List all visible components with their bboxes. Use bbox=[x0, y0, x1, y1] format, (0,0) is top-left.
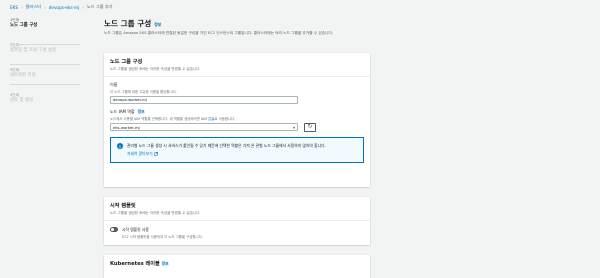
breadcrumb: EKS › 클러스터 › devops-eks-mj › 노드 그룹 추가 bbox=[10, 4, 113, 10]
step-divider bbox=[10, 44, 80, 45]
refresh-button[interactable]: ↻ bbox=[304, 122, 316, 132]
card-subtitle: 노드 그룹을 생성한 후에는 이러한 속성을 변경할 수 없습니다. bbox=[110, 66, 201, 71]
page-description: 노드 그룹은 Amazon EKS 클러스터에 연결된 동일한 구성을 가진 E… bbox=[104, 31, 334, 35]
iam-role-label-text: 노드 IAM 역할 bbox=[110, 108, 135, 114]
chevron-right-icon: › bbox=[21, 4, 23, 10]
launch-template-card: 시작 템플릿 노드 그룹을 생성한 후에는 이러한 속성을 변경할 수 없습니다… bbox=[104, 197, 370, 245]
info-alert: i 관리형 노드 그룹 생성 시 서비스가 롤인될 수 있기 때문에 선택한 역… bbox=[110, 136, 364, 163]
launch-template-toggle-row: 시작 템플릿 사용 EC2 시작 템플릿을 사용하여 이 노드 그룹을 구성합니… bbox=[110, 227, 364, 239]
launch-template-toggle[interactable] bbox=[110, 227, 118, 232]
iam-role-description: 노드에서 사용할 IAM 역할을 선택합니다. 새 역할을 생성하려면 IAM … bbox=[110, 116, 364, 121]
external-link-icon bbox=[153, 152, 158, 156]
card-header: 시작 템플릿 노드 그룹을 생성한 후에는 이러한 속성을 변경할 수 없습니다… bbox=[104, 197, 370, 221]
node-group-config-card: 노드 그룹 구성 노드 그룹을 생성한 후에는 이러한 속성을 변경할 수 없습… bbox=[104, 53, 370, 187]
page-title-text: 노드 그룹 구성 bbox=[104, 19, 152, 28]
refresh-icon: ↻ bbox=[307, 123, 313, 130]
name-description: 이 노드 그룹에 대한 고유한 이름을 할당합니다. bbox=[110, 89, 177, 94]
page-header: 노드 그룹 구성 정보 노드 그룹은 Amazon EKS 클러스터에 연결된 … bbox=[104, 18, 370, 36]
step-title: 컴퓨팅 및 조정 구성 설정 bbox=[10, 48, 56, 53]
card-title: Kubernetes 레이블 정보 bbox=[110, 260, 364, 267]
wizard-steps: 1단계 노드 그룹 구성 2단계 컴퓨팅 및 조정 구성 설정 3단계 네트워킹… bbox=[10, 18, 90, 118]
toggle-text: 시작 템플릿 사용 EC2 시작 템플릿을 사용하여 이 노드 그룹을 구성합니… bbox=[122, 227, 203, 239]
toggle-label: 시작 템플릿 사용 bbox=[122, 226, 149, 232]
step-1: 1단계 노드 그룹 구성 bbox=[10, 18, 90, 29]
chevron-right-icon: › bbox=[44, 4, 46, 10]
alert-text: 관리형 노드 그룹 생성 시 서비스가 롤인될 수 있기 때문에 선택한 역할은… bbox=[127, 142, 326, 148]
step-divider bbox=[10, 84, 80, 85]
info-link[interactable]: 정보 bbox=[162, 261, 169, 266]
card-subtitle: 노드 그룹을 생성한 후에는 이러한 속성을 변경할 수 없습니다. bbox=[110, 210, 201, 215]
kubernetes-labels-card: Kubernetes 레이블 정보 bbox=[104, 255, 370, 278]
caret-down-icon: ▾ bbox=[292, 124, 295, 130]
card-header: 노드 그룹 구성 노드 그룹을 생성한 후에는 이러한 속성을 변경할 수 없습… bbox=[104, 53, 370, 77]
breadcrumb-clusters[interactable]: 클러스터 bbox=[26, 4, 41, 10]
card-title-text: Kubernetes 레이블 bbox=[110, 261, 160, 267]
info-icon: i bbox=[117, 143, 123, 149]
chevron-right-icon: › bbox=[82, 4, 84, 10]
iam-role-selected-value: eks-worker-mj bbox=[113, 124, 140, 130]
breadcrumb-current: 노드 그룹 추가 bbox=[86, 4, 113, 9]
step-4: 4단계 검토 및 생성 bbox=[10, 93, 90, 104]
iam-info-link[interactable]: 정보 bbox=[138, 109, 145, 115]
toggle-description: EC2 시작 템플릿을 사용하여 이 노드 그룹을 구성합니다. bbox=[122, 234, 203, 239]
card-body: 이름 이 노드 그룹에 대한 고유한 이름을 할당합니다. 노드 IAM 역할 … bbox=[104, 77, 370, 168]
iam-role-select[interactable]: eks-worker-mj ▾ bbox=[110, 123, 298, 131]
card-title: 시작 템플릿 bbox=[110, 203, 136, 209]
breadcrumb-eks[interactable]: EKS bbox=[10, 5, 18, 10]
iam-role-label: 노드 IAM 역할 정보 bbox=[110, 109, 364, 115]
name-label: 이름 bbox=[110, 82, 364, 88]
card-header: Kubernetes 레이블 정보 bbox=[104, 255, 370, 271]
name-input[interactable] bbox=[110, 95, 298, 104]
card-title: 노드 그룹 구성 bbox=[110, 59, 143, 65]
step-title: 검토 및 생성 bbox=[10, 98, 33, 103]
card-body: 시작 템플릿 사용 EC2 시작 템플릿을 사용하여 이 노드 그룹을 구성합니… bbox=[104, 221, 370, 244]
step-divider bbox=[10, 64, 80, 65]
learn-more-link[interactable]: 자세히 알아보기 bbox=[127, 151, 326, 157]
learn-more-text: 자세히 알아보기 bbox=[127, 150, 153, 156]
info-link[interactable]: 정보 bbox=[154, 22, 161, 28]
iam-desc-text: 노드에서 사용할 IAM 역할을 선택합니다. 새 역할을 생성하려면 IAM bbox=[110, 116, 209, 121]
step-3: 3단계 네트워킹 지정 bbox=[10, 68, 90, 79]
iam-role-select-row: eks-worker-mj ▾ ↻ bbox=[110, 122, 364, 132]
page-title: 노드 그룹 구성 정보 bbox=[104, 18, 370, 29]
step-title: 네트워킹 지정 bbox=[10, 73, 36, 78]
step-title: 노드 그룹 구성 bbox=[10, 23, 38, 28]
name-label-text: 이름 bbox=[110, 81, 118, 87]
breadcrumb-cluster[interactable]: devops-eks-mj bbox=[49, 5, 80, 10]
alert-content: 관리형 노드 그룹 생성 시 서비스가 롤인될 수 있기 때문에 선택한 역할은… bbox=[127, 143, 326, 157]
iam-desc-text-end: 로 이동합니다. bbox=[214, 116, 236, 121]
